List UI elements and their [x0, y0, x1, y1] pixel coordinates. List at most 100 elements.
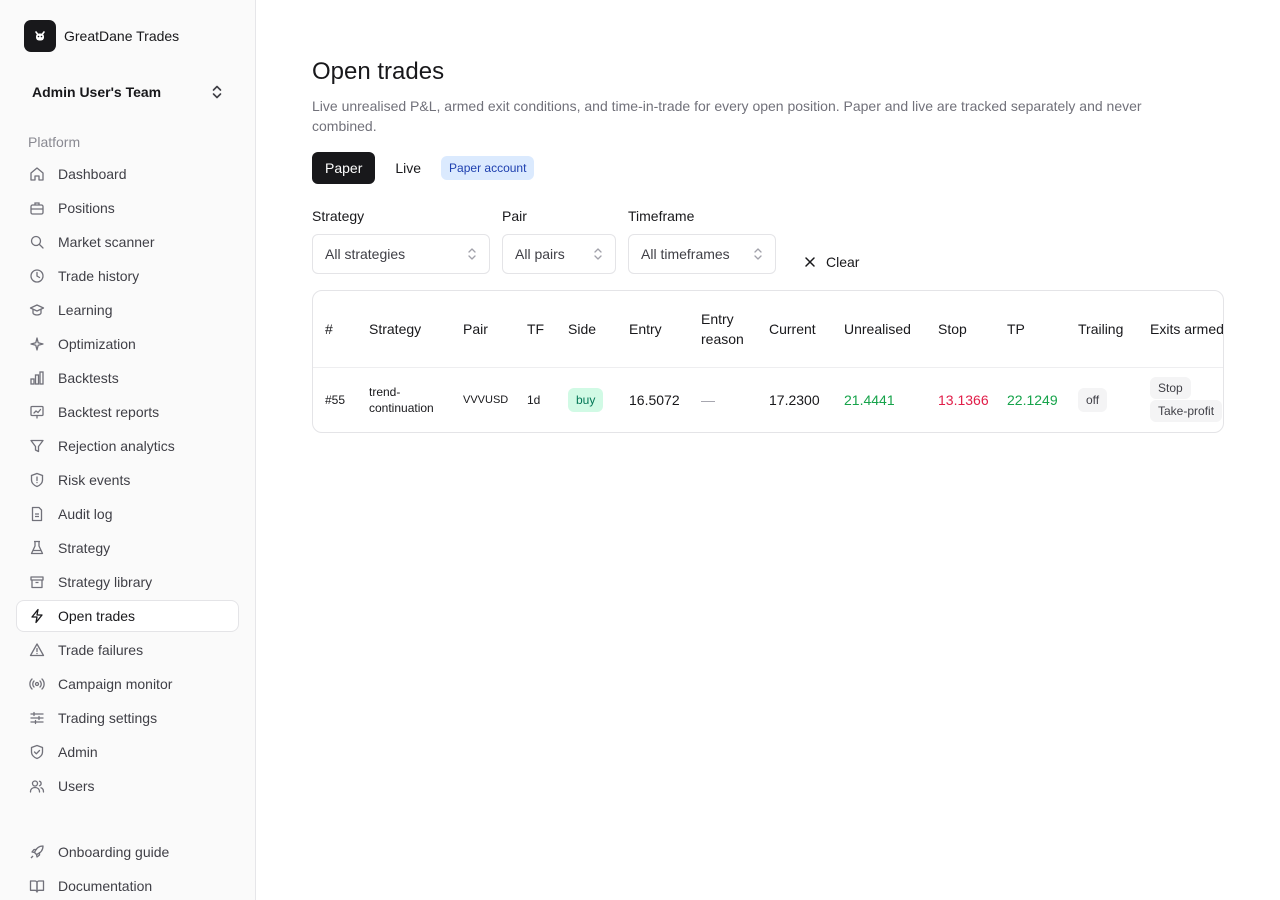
book-open-icon [29, 880, 45, 893]
sidebar-item-strategy[interactable]: Strategy [16, 532, 239, 564]
trade-side-cell: buy [556, 367, 617, 432]
presentation-chart-icon [30, 405, 44, 419]
column-header[interactable]: Exits armed [1138, 291, 1223, 368]
sidebar-item-label: Positions [58, 200, 115, 216]
account-badge: Paper account [441, 156, 535, 180]
sidebar-item-trade-history[interactable]: Trade history [16, 260, 239, 292]
clock-icon [30, 269, 44, 283]
filters: Strategy All strategies Pair All pairs T… [312, 208, 912, 274]
trade-exits-armed-cell: Stop Take-profit [1138, 367, 1223, 432]
pair-filter-label: Pair [502, 208, 527, 224]
sidebar-item-label: Market scanner [58, 234, 155, 250]
column-header[interactable]: Unrealised [832, 291, 926, 368]
shield-check-icon [30, 744, 44, 760]
trade-entry: 16.5072 [629, 391, 680, 408]
clear-filters-button[interactable]: Clear [800, 242, 863, 282]
column-header[interactable]: TP [995, 291, 1066, 368]
sidebar-item-optimization[interactable]: Optimization [16, 328, 239, 360]
sidebar-item-label: Strategy [58, 540, 111, 556]
sidebar-item-learning[interactable]: Learning [16, 294, 239, 326]
trade-current: 17.2300 [769, 391, 820, 408]
flask-icon [30, 540, 44, 555]
sidebar-item-users[interactable]: Users [16, 770, 239, 802]
column-header[interactable]: Strategy [357, 291, 451, 368]
file-text-icon [31, 506, 43, 522]
chevrons-up-down-icon [468, 248, 476, 260]
timeframe-filter-label: Timeframe [628, 208, 695, 224]
sidebar-item-dashboard[interactable]: Dashboard [16, 158, 239, 190]
table-row[interactable]: #55 trend-continuation VVVUSD 1d buy 16.… [313, 367, 1223, 432]
exit-armed-badge: Take-profit [1150, 400, 1223, 423]
column-header[interactable]: Current [757, 291, 832, 368]
sidebar-item-positions[interactable]: Positions [16, 192, 239, 224]
chevrons-up-down-icon [594, 248, 602, 260]
rocket-icon [30, 845, 44, 859]
graduation-cap-icon [29, 304, 45, 316]
home-icon [30, 167, 44, 181]
strategy-filter: Strategy All strategies [312, 208, 490, 274]
sidebar-item-risk-events[interactable]: Risk events [16, 464, 239, 496]
column-header[interactable]: # [313, 291, 357, 368]
trade-strategy: trend-continuation [369, 384, 434, 415]
sidebar-item-trading-settings[interactable]: Trading settings [16, 702, 239, 734]
column-header[interactable]: Pair [451, 291, 515, 368]
sidebar-item-backtest-reports[interactable]: Backtest reports [16, 396, 239, 428]
sidebar-item-label: Open trades [58, 608, 136, 624]
table-header-row: # Strategy Pair TF Side Entry Entry reas… [313, 291, 1223, 368]
side-badge: buy [568, 387, 604, 412]
page-title: Open trades [312, 58, 445, 85]
sidebar-item-backtests[interactable]: Backtests [16, 362, 239, 394]
mode-live-button[interactable]: Live [382, 152, 434, 184]
trailing-badge: off [1078, 387, 1108, 412]
strategy-select-value: All strategies [325, 246, 406, 262]
sidebar-item-label: Dashboard [58, 166, 127, 182]
sidebar-item-label: Onboarding guide [58, 844, 170, 860]
team-switcher[interactable]: Admin User's Team [16, 74, 240, 110]
sidebar-item-documentation[interactable]: Documentation [16, 870, 239, 900]
page-description: Live unrealised P&L, armed exit conditio… [312, 98, 1142, 134]
column-header[interactable]: Side [556, 291, 617, 368]
sidebar-item-strategy-library[interactable]: Strategy library [16, 566, 239, 598]
column-header[interactable]: TF [515, 291, 556, 368]
trade-unrealised: 21.4441 [844, 391, 895, 408]
column-header[interactable]: Entry reason [689, 291, 757, 368]
trade-entry-reason: — [701, 391, 715, 408]
sidebar-item-rejection-analytics[interactable]: Rejection analytics [16, 430, 239, 462]
trade-id: #55 [325, 392, 346, 407]
timeframe-filter: Timeframe All timeframes [628, 208, 776, 274]
sidebar-item-campaign-monitor[interactable]: Campaign monitor [16, 668, 239, 700]
strategy-select[interactable]: All strategies [312, 234, 490, 274]
alert-triangle-icon [29, 643, 45, 657]
filter-icon [30, 439, 44, 453]
brand[interactable]: GreatDane Trades [24, 20, 179, 52]
search-icon [30, 235, 44, 249]
bar-chart-icon [30, 371, 44, 385]
column-header[interactable]: Entry [617, 291, 689, 368]
sidebar: GreatDane Trades Admin User's Team Platf… [0, 0, 256, 900]
sidebar-item-label: Trade failures [58, 642, 144, 658]
timeframe-select[interactable]: All timeframes [628, 234, 776, 274]
exit-armed-badge: Stop [1150, 377, 1191, 400]
trade-trailing-cell: off [1066, 367, 1138, 432]
sidebar-item-admin[interactable]: Admin [16, 736, 239, 768]
sidebar-item-label: Admin [58, 744, 98, 760]
sidebar-item-audit-log[interactable]: Audit log [16, 498, 239, 530]
sidebar-item-label: Rejection analytics [58, 438, 175, 454]
sidebar-item-market-scanner[interactable]: Market scanner [16, 226, 239, 258]
sliders-icon [30, 711, 44, 725]
pair-select[interactable]: All pairs [502, 234, 616, 274]
mode-paper-button[interactable]: Paper [312, 152, 376, 184]
trade-pair: VVVUSD [463, 393, 509, 406]
pair-select-value: All pairs [515, 246, 565, 262]
sidebar-item-label: Strategy library [58, 574, 153, 590]
sidebar-item-open-trades[interactable]: Open trades [16, 600, 239, 632]
sidebar-item-onboarding-guide[interactable]: Onboarding guide [16, 836, 239, 868]
sidebar-item-label: Audit log [58, 506, 113, 522]
sparkles-icon [30, 337, 44, 351]
column-header[interactable]: Trailing [1066, 291, 1138, 368]
trade-tp: 22.1249 [1007, 391, 1058, 408]
column-header[interactable]: Stop [926, 291, 995, 368]
sidebar-item-label: Users [58, 778, 95, 794]
sidebar-item-trade-failures[interactable]: Trade failures [16, 634, 239, 666]
nav-group-label: Platform [28, 134, 81, 150]
